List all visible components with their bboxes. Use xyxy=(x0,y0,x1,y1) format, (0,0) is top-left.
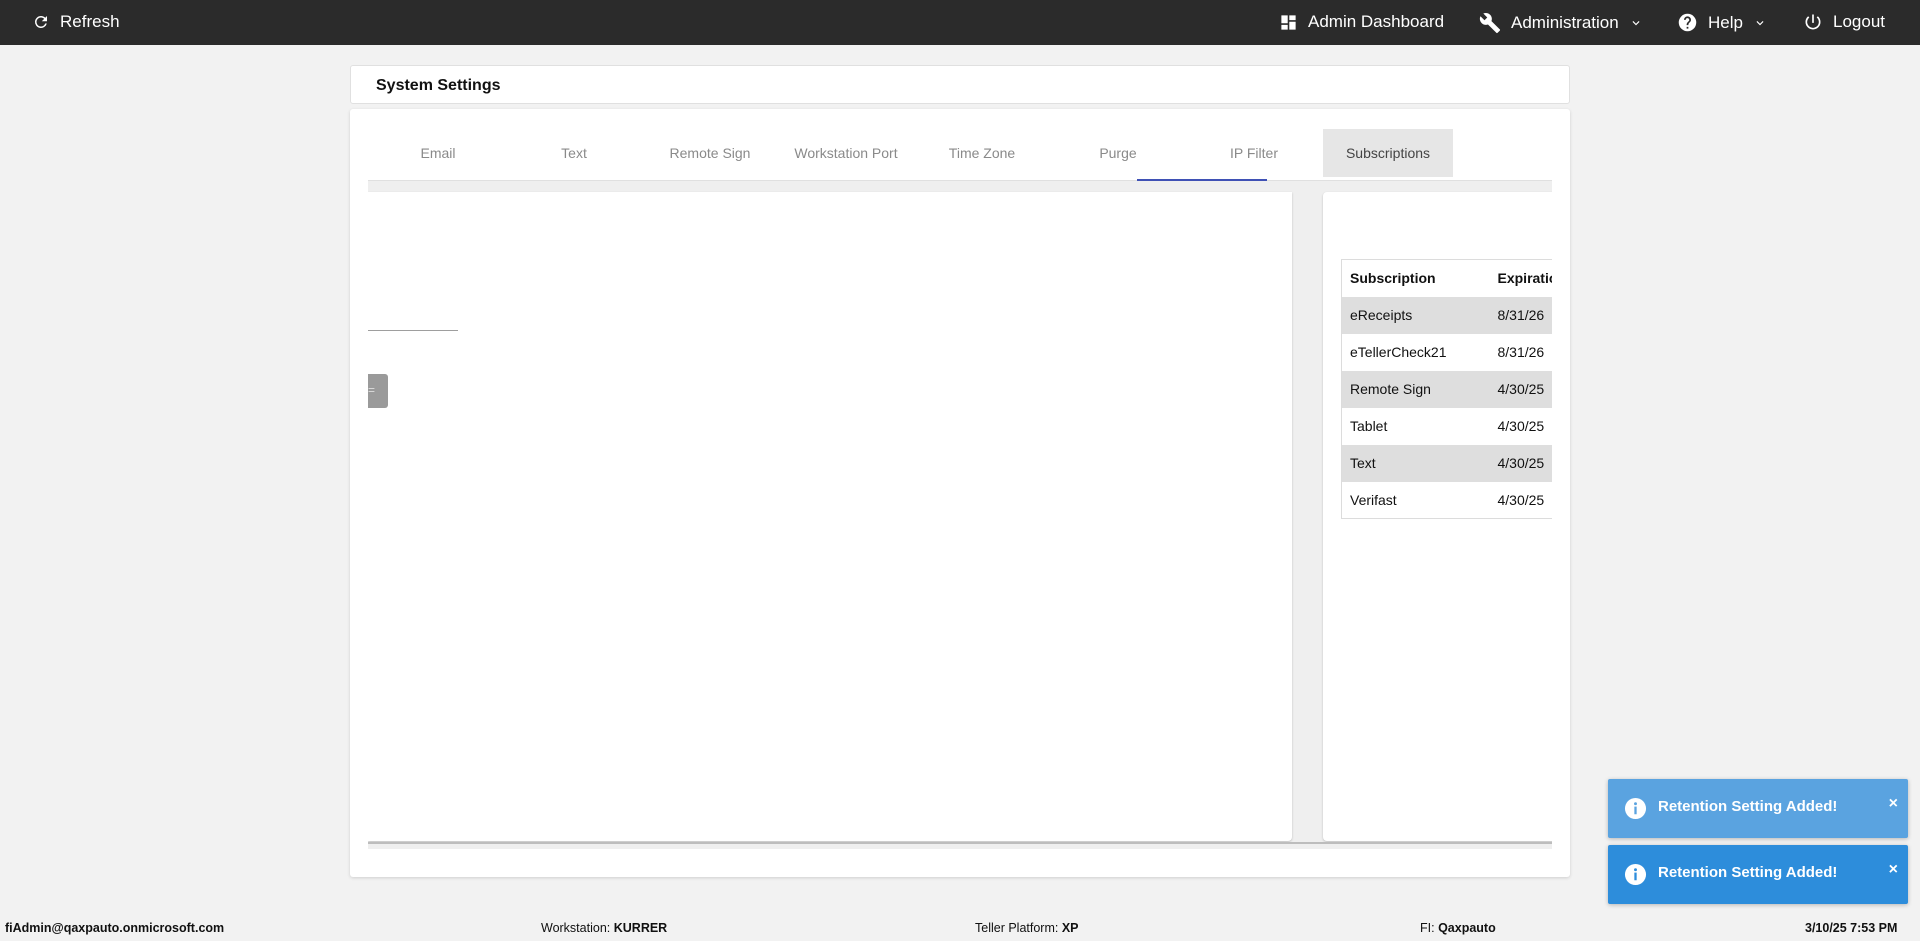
refresh-label: Refresh xyxy=(60,12,120,31)
subscription-name: eReceipts xyxy=(1341,296,1490,334)
subscription-name: Verifast xyxy=(1350,491,1397,508)
tab-time-zone[interactable]: Time Zone xyxy=(914,129,1050,177)
chevron-down-icon xyxy=(1629,16,1643,30)
subscription-expiration: 4/30/25 xyxy=(1489,444,1552,482)
info-icon xyxy=(1624,797,1647,825)
tab-email[interactable]: Email xyxy=(370,129,506,177)
subscription-name: eTellerCheck21 xyxy=(1350,344,1447,360)
scrollbar-track[interactable] xyxy=(368,842,1552,844)
subscription-expiration: 4/30/25 xyxy=(1489,370,1552,408)
page-title: System Settings xyxy=(376,77,501,94)
settings-card: Email Text Remote Sign Workstation Port … xyxy=(350,109,1570,877)
toast-message: Retention Setting Added! xyxy=(1658,798,1838,815)
table-row: Remote Sign 4/30/25 xyxy=(1341,370,1552,408)
subscriptions-table: Subscription Expiration eReceipts 8/31/2… xyxy=(1341,259,1552,519)
admin-dashboard-label: Admin Dashboard xyxy=(1308,12,1445,31)
table-header-row: Subscription Expiration xyxy=(1341,259,1552,297)
input-underline[interactable] xyxy=(368,330,458,331)
subscription-name: Text xyxy=(1341,444,1490,482)
tab-subscriptions[interactable]: Subscriptions xyxy=(1323,129,1453,177)
subscription-expiration: 8/31/26 xyxy=(1489,296,1552,334)
page-header-card: System Settings xyxy=(350,65,1570,104)
subscription-name: Tablet xyxy=(1350,418,1388,434)
administration-menu[interactable]: Administration xyxy=(1479,12,1643,34)
toast-notification: Retention Setting Added! × xyxy=(1608,845,1908,904)
status-workstation: Workstation: KURRER xyxy=(541,921,668,935)
power-icon xyxy=(1803,12,1823,32)
help-label: Help xyxy=(1708,12,1743,32)
tab-purge[interactable]: Purge xyxy=(1050,129,1186,177)
left-panel: = xyxy=(368,192,1292,841)
top-nav-bar: Refresh Admin Dashboard Administration H… xyxy=(0,0,1920,45)
help-menu[interactable]: Help xyxy=(1677,12,1767,33)
dashboard-icon xyxy=(1279,13,1298,32)
status-bar: fiAdmin@qaxpauto.onmicrosoft.com Worksta… xyxy=(0,914,1920,941)
subscription-expiration: 4/30/25 xyxy=(1497,491,1545,508)
column-header-expiration: Expiration xyxy=(1489,259,1552,297)
table-row: Verifast 4/30/25 xyxy=(1342,482,1553,519)
status-datetime: 3/10/25 7:53 PM xyxy=(1805,921,1898,935)
toast-message: Retention Setting Added! xyxy=(1658,864,1838,881)
refresh-icon xyxy=(32,13,50,31)
subscription-name: Remote Sign xyxy=(1341,370,1490,408)
admin-dashboard-link[interactable]: Admin Dashboard xyxy=(1279,12,1444,32)
table-row: eTellerCheck21 8/31/26 xyxy=(1342,334,1553,371)
tab-workstation-port[interactable]: Workstation Port xyxy=(778,129,914,177)
subscription-expiration: 4/30/25 xyxy=(1497,418,1545,434)
subscriptions-panel: Subscription Expiration eReceipts 8/31/2… xyxy=(1323,192,1552,841)
column-header-subscription: Subscription xyxy=(1341,259,1490,297)
settings-tabs: Email Text Remote Sign Workstation Port … xyxy=(368,129,1552,181)
status-user: fiAdmin@qaxpauto.onmicrosoft.com xyxy=(5,921,225,935)
info-icon xyxy=(1624,863,1647,891)
settings-viewport: Email Text Remote Sign Workstation Port … xyxy=(368,109,1552,849)
subscription-expiration: 8/31/26 xyxy=(1497,344,1545,360)
tab-remote-sign[interactable]: Remote Sign xyxy=(642,129,778,177)
status-fi: FI: Qaxpauto xyxy=(1420,921,1496,935)
refresh-button[interactable]: Refresh xyxy=(32,12,120,32)
toast-notification: Retention Setting Added! × xyxy=(1608,779,1908,838)
status-teller-platform: Teller Platform: XP xyxy=(975,921,1079,935)
wrench-icon xyxy=(1479,12,1501,34)
tab-ip-filter[interactable]: IP Filter xyxy=(1186,129,1322,177)
chevron-down-icon xyxy=(1753,16,1767,30)
table-row: eReceipts 8/31/26 xyxy=(1341,296,1552,334)
help-icon xyxy=(1677,12,1698,33)
close-icon[interactable]: × xyxy=(1889,861,1898,879)
action-button[interactable]: = xyxy=(368,374,388,408)
administration-label: Administration xyxy=(1511,13,1619,32)
logout-button[interactable]: Logout xyxy=(1803,12,1885,32)
tab-text[interactable]: Text xyxy=(506,129,642,177)
table-row: Tablet 4/30/25 xyxy=(1342,408,1553,445)
logout-label: Logout xyxy=(1833,12,1885,31)
close-icon[interactable]: × xyxy=(1889,795,1898,813)
table-row: Text 4/30/25 xyxy=(1341,444,1552,482)
